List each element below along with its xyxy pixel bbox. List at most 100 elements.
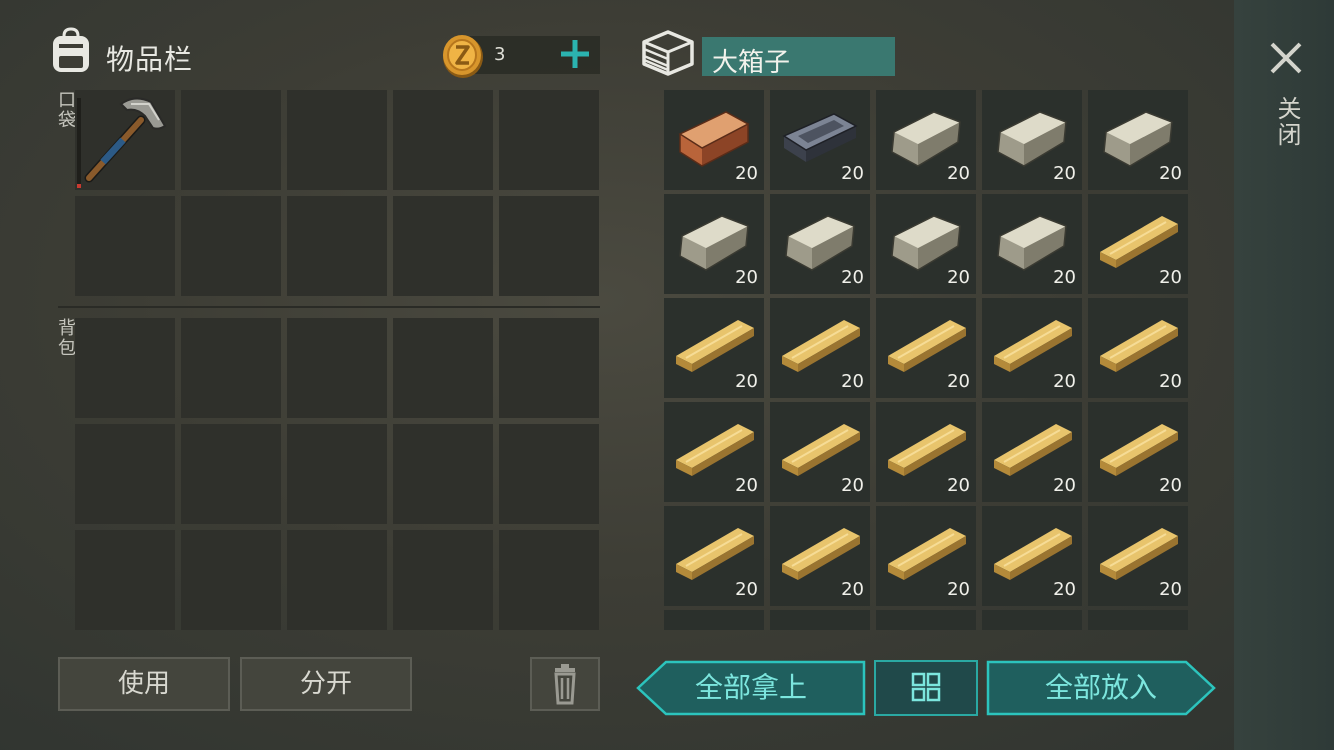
item-quantity: 20 [1053,475,1076,496]
container-slot[interactable]: 20 [982,194,1082,294]
item-quantity: 20 [735,475,758,496]
pocket-slot[interactable] [287,90,387,190]
pocket-slot[interactable] [75,90,175,190]
container-slot[interactable]: 20 [1088,90,1188,190]
pocket-slot[interactable] [499,90,599,190]
item-quantity: 20 [1159,371,1182,392]
container-slot[interactable]: 20 [982,402,1082,502]
item-quantity: 20 [1159,475,1182,496]
pocket-slot[interactable] [181,196,281,296]
pocket-slot[interactable] [75,196,175,296]
put-all-label: 全部放入 [1044,671,1157,704]
container-slot-partial[interactable] [1088,610,1188,630]
section-divider [58,306,600,308]
container-slot[interactable]: 20 [770,402,870,502]
container-slot[interactable]: 20 [876,506,976,606]
container-slot[interactable]: 20 [770,298,870,398]
item-quantity: 20 [841,163,864,184]
sort-grid-icon [911,672,941,702]
split-button[interactable]: 分开 [240,657,412,711]
container-slot[interactable]: 20 [770,506,870,606]
bag-slot[interactable] [75,424,175,524]
item-quantity: 20 [1159,267,1182,288]
bag-slot[interactable] [181,530,281,630]
bag-slot[interactable] [393,424,493,524]
item-quantity: 20 [947,579,970,600]
container-slot-partial[interactable] [664,610,764,630]
pickaxe-icon [84,97,167,183]
coin-icon [438,30,488,80]
plus-icon[interactable] [558,34,592,74]
container-slot[interactable]: 20 [982,298,1082,398]
container-slot[interactable]: 20 [982,506,1082,606]
container-slot[interactable]: 20 [664,506,764,606]
item-quantity: 20 [1053,163,1076,184]
container-slot[interactable]: 20 [876,90,976,190]
container-slot[interactable]: 20 [1088,402,1188,502]
item-quantity: 20 [841,371,864,392]
container-slot[interactable]: 20 [664,402,764,502]
item-quantity: 20 [947,475,970,496]
bag-slot[interactable] [287,318,387,418]
item-quantity: 20 [947,267,970,288]
bag-slot[interactable] [499,530,599,630]
take-all-button[interactable]: 全部拿上 [636,660,866,716]
item-quantity: 20 [1053,267,1076,288]
item-quantity: 20 [1053,371,1076,392]
item-quantity: 20 [947,371,970,392]
take-all-label: 全部拿上 [694,671,807,704]
container-slot-partial[interactable] [770,610,870,630]
item-quantity: 20 [841,267,864,288]
container-slot-partial[interactable] [876,610,976,630]
put-all-button[interactable]: 全部放入 [986,660,1216,716]
container-slot[interactable]: 20 [664,90,764,190]
item-quantity: 20 [735,579,758,600]
container-slot[interactable]: 20 [1088,298,1188,398]
close-icon[interactable] [1266,38,1306,78]
inventory-title: 物品栏 [106,43,194,76]
pocket-slot[interactable] [287,196,387,296]
trash-icon [554,664,576,705]
item-quantity: 20 [1159,163,1182,184]
container-slot[interactable]: 20 [770,194,870,294]
bag-slot[interactable] [181,318,281,418]
bag-slot[interactable] [393,530,493,630]
bag-slot[interactable] [181,424,281,524]
container-slot[interactable]: 20 [876,402,976,502]
bag-slot[interactable] [393,318,493,418]
container-slot[interactable]: 20 [1088,506,1188,606]
item-quantity: 20 [1159,579,1182,600]
container-slot[interactable]: 20 [664,194,764,294]
crate-icon [640,26,696,78]
pocket-slot[interactable] [393,90,493,190]
container-slot[interactable]: 20 [982,90,1082,190]
pocket-slot[interactable] [499,196,599,296]
backpack-icon [46,26,96,76]
pocket-slot[interactable] [181,90,281,190]
bag-slot[interactable] [287,530,387,630]
container-slot[interactable]: 20 [1088,194,1188,294]
bag-slot[interactable] [499,318,599,418]
sort-button[interactable] [874,660,978,716]
container-slot[interactable]: 20 [876,194,976,294]
use-button[interactable]: 使用 [58,657,230,711]
container-name: 大箱子 [712,48,791,78]
item-quantity: 20 [841,475,864,496]
item-quantity: 20 [735,163,758,184]
close-label[interactable]: 关闭 [1270,96,1305,148]
bag-slot[interactable] [75,530,175,630]
bag-slot[interactable] [499,424,599,524]
pocket-slot[interactable] [393,196,493,296]
item-quantity: 20 [735,267,758,288]
container-slot[interactable]: 20 [876,298,976,398]
item-quantity: 20 [1053,579,1076,600]
item-quantity: 20 [735,371,758,392]
container-slot[interactable]: 20 [664,298,764,398]
coin-count: 3 [494,44,506,65]
bag-slot[interactable] [75,318,175,418]
bag-slot[interactable] [287,424,387,524]
container-slot[interactable]: 20 [770,90,870,190]
trash-button[interactable] [530,657,600,711]
container-slot-partial[interactable] [982,610,1082,630]
item-quantity: 20 [947,163,970,184]
